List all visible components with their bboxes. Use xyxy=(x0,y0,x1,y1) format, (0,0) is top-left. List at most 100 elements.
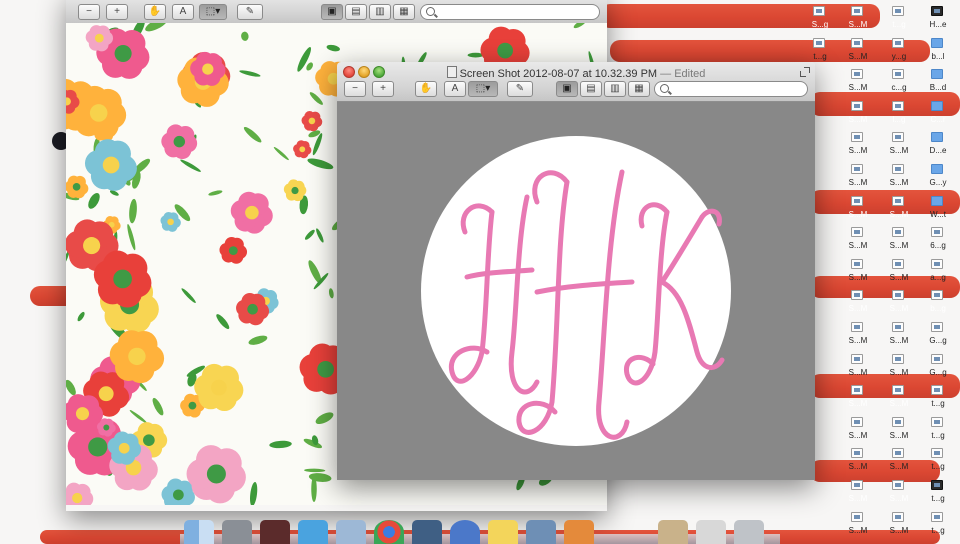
desktop-file-icon[interactable]: D...e xyxy=(918,132,958,162)
desktop-file-icon[interactable]: W...t xyxy=(918,195,958,226)
preview-icon[interactable] xyxy=(336,520,366,544)
desktop-file-icon[interactable]: S...M xyxy=(879,290,919,320)
desktop-file-icon[interactable]: S...M xyxy=(879,385,919,415)
zoom-in-icon[interactable]: + xyxy=(372,81,394,97)
iphoto-icon[interactable] xyxy=(412,520,442,544)
desktop-file-icon[interactable]: t...g xyxy=(918,416,958,447)
trash-icon[interactable] xyxy=(734,520,764,544)
desktop-file-icon[interactable]: S...M xyxy=(838,511,878,542)
monogram-preview-window[interactable]: Screen Shot 2012-08-07 at 10.32.39 PM — … xyxy=(337,62,815,480)
contact-sheet-icon[interactable]: ▦ xyxy=(628,81,650,97)
desktop-file-icon[interactable]: S...M xyxy=(879,132,919,162)
files-icon[interactable] xyxy=(696,520,726,544)
search-field[interactable] xyxy=(654,81,808,97)
chrome-icon[interactable] xyxy=(374,520,404,544)
desktop-file-icon[interactable]: S...M xyxy=(838,322,878,352)
hand-icon[interactable]: ✋ xyxy=(415,81,437,97)
desktop-file-label: S...M xyxy=(848,367,868,377)
desktop-file-icon[interactable]: S...M xyxy=(879,195,919,226)
hand-icon[interactable]: ✋ xyxy=(144,4,166,20)
desktop-file-icon[interactable]: t...g xyxy=(918,385,958,415)
game-icon[interactable] xyxy=(260,520,290,544)
file-icon xyxy=(851,37,863,48)
desktop-file-label: l...g xyxy=(892,114,906,124)
desktop-file-icon[interactable]: S...M xyxy=(879,164,919,194)
text-select-icon[interactable]: A xyxy=(444,81,466,97)
leaf xyxy=(180,159,201,172)
desktop-file-icon[interactable]: y...g xyxy=(879,37,919,68)
zoom-out-icon[interactable]: − xyxy=(344,81,366,97)
leaf xyxy=(273,146,289,161)
file-icon xyxy=(892,227,904,238)
desktop-file-icon[interactable]: S...M xyxy=(879,416,919,447)
desktop-file-icon[interactable]: S...M xyxy=(838,258,878,289)
rect-select-icon[interactable]: ⬚▾ xyxy=(468,81,498,97)
itunes-icon[interactable] xyxy=(450,520,480,544)
stickies-icon[interactable] xyxy=(488,520,518,544)
desktop-file-icon[interactable]: S...M xyxy=(838,69,878,99)
desktop-file-icon[interactable]: S...M xyxy=(879,448,919,478)
desktop-file-icon[interactable]: S...M xyxy=(838,6,878,36)
desktop-file-icon[interactable]: 6...g xyxy=(918,227,958,257)
desktop-file-icon[interactable]: S...M xyxy=(879,227,919,257)
desktop-file-icon[interactable]: S...M xyxy=(838,385,878,415)
desktop-file-icon[interactable]: S...M xyxy=(879,258,919,289)
desktop-file-icon[interactable]: t...g xyxy=(918,448,958,478)
brush-icon[interactable] xyxy=(564,520,594,544)
finder-icon[interactable] xyxy=(184,520,214,544)
zoom-out-icon[interactable]: − xyxy=(78,4,100,20)
desktop-file-icon[interactable]: S...M xyxy=(838,37,878,68)
desktop-file-icon[interactable]: S...M xyxy=(838,164,878,194)
desktop-file-icon[interactable]: G...g xyxy=(918,322,958,352)
view-four-icon[interactable]: ▥ xyxy=(369,4,391,20)
contact-sheet-icon[interactable]: ▦ xyxy=(393,4,415,20)
view-single-icon[interactable]: ▣ xyxy=(321,4,343,20)
search-field[interactable] xyxy=(420,4,600,20)
desktop-file-icon[interactable]: S...M xyxy=(838,290,878,320)
desktop-file-icon[interactable]: C...r xyxy=(918,100,958,131)
desktop-file-icon[interactable]: S...M xyxy=(879,353,919,384)
desktop-file-icon[interactable]: S...M xyxy=(838,227,878,257)
desktop-file-icon[interactable]: G...g xyxy=(918,353,958,384)
desktop-file-icon[interactable]: b...g xyxy=(918,290,958,320)
desktop-file-icon[interactable]: t...g xyxy=(918,511,958,542)
desktop-file-icon[interactable]: S...M xyxy=(838,448,878,478)
desktop-file-icon[interactable]: S...M xyxy=(838,132,878,162)
system-preferences-icon[interactable] xyxy=(222,520,252,544)
view-single-icon[interactable]: ▣ xyxy=(556,81,578,97)
view-two-icon[interactable]: ▤ xyxy=(345,4,367,20)
desktop-file-icon[interactable]: S...M xyxy=(879,322,919,352)
desktop-file-icon[interactable]: S...M xyxy=(838,353,878,384)
photo-booth-icon[interactable] xyxy=(526,520,556,544)
desktop-file-icon[interactable]: t...g xyxy=(918,480,958,510)
desktop-file-icon[interactable]: a...g xyxy=(918,258,958,289)
fullscreen-icon[interactable] xyxy=(800,67,810,77)
annotate-icon[interactable]: ✎ xyxy=(237,4,263,20)
folder-icon xyxy=(931,195,943,206)
desktop-file-icon[interactable]: S...g xyxy=(800,6,840,36)
view-two-icon[interactable]: ▤ xyxy=(580,81,602,97)
desktop-file-icon[interactable]: S...M xyxy=(879,511,919,542)
view-four-icon[interactable]: ▥ xyxy=(604,81,626,97)
zoom-in-icon[interactable]: + xyxy=(106,4,128,20)
desktop-file-icon[interactable]: c...g xyxy=(879,69,919,99)
desktop-file-icon[interactable]: G...y xyxy=(918,164,958,194)
desktop-file-icon[interactable]: l...g xyxy=(879,100,919,131)
desktop-file-label: y...g xyxy=(891,51,907,61)
text-select-icon[interactable]: A xyxy=(172,4,194,20)
desktop-file-icon[interactable]: S...M xyxy=(838,195,878,226)
desktop-file-icon[interactable]: S...M xyxy=(838,416,878,447)
desktop-file-icon[interactable]: S...M xyxy=(879,480,919,510)
desktop-file-icon[interactable]: S...M xyxy=(838,480,878,510)
archive-icon[interactable] xyxy=(658,520,688,544)
desktop-file-icon[interactable]: t...g xyxy=(879,6,919,36)
flower xyxy=(109,330,165,384)
desktop-file-icon[interactable]: b...l xyxy=(918,37,958,68)
desktop-file-icon[interactable]: B...d xyxy=(918,69,958,99)
desktop-file-icon[interactable]: S...M xyxy=(838,100,878,131)
annotate-icon[interactable]: ✎ xyxy=(507,81,533,97)
twitter-icon[interactable] xyxy=(298,520,328,544)
rect-select-icon[interactable]: ⬚▾ xyxy=(199,4,227,20)
desktop-file-icon[interactable]: H...e xyxy=(918,6,958,36)
flower xyxy=(301,111,323,132)
